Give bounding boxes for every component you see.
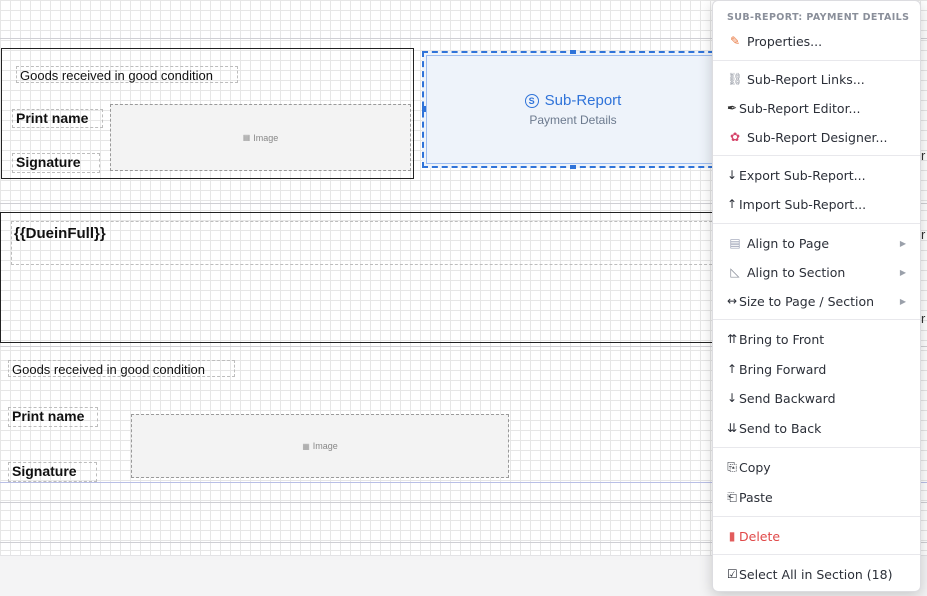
menu-item-label: Align to Section (747, 264, 846, 280)
print-name-label[interactable]: Print name (12, 109, 103, 128)
context-menu-header: SUB-REPORT: PAYMENT DETAILS (727, 12, 910, 23)
menu-item-bring-front[interactable]: ⇈ Bring to Front (727, 327, 910, 351)
palette-icon: ✿ (729, 130, 741, 144)
menu-item-delete[interactable]: ▮ Delete (727, 524, 910, 548)
menu-item-label: Align to Page (747, 235, 830, 251)
due-in-full-field[interactable]: {{DueinFull}} (11, 221, 727, 265)
triangle-ruler-icon: ◺ (730, 265, 740, 279)
subreport-subtitle: Payment Details (529, 113, 617, 127)
link-icon: ⛓ (727, 72, 743, 86)
menu-item-export[interactable]: ↓ Export Sub-Report... (727, 163, 910, 187)
menu-item-size-to[interactable]: ↔ Size to Page / Section ▶ (727, 289, 910, 313)
arrow-down-icon: ↓ (727, 168, 738, 182)
menu-item-label: Copy (739, 459, 771, 475)
menu-separator (713, 447, 920, 448)
menu-item-label: Export Sub-Report... (739, 167, 866, 183)
menu-item-label: Select All in Section (18) (739, 566, 893, 582)
checkbox-icon: ☑ (727, 567, 738, 581)
image-placeholder-label: Image (253, 132, 279, 143)
menu-item-label: Import Sub-Report... (739, 196, 867, 212)
menu-item-align-section[interactable]: ◺ Align to Section ▶ (727, 260, 910, 284)
menu-item-label: Sub-Report Editor... (739, 100, 861, 116)
resize-handle-bottom[interactable] (570, 165, 576, 169)
menu-item-paste[interactable]: ⎗ Paste (727, 485, 910, 509)
menu-item-label: Send Backward (739, 390, 836, 406)
page-icon: ▤ (729, 236, 741, 250)
resize-icon: ↔ (727, 294, 738, 308)
image-placeholder-2[interactable]: ▦ Image (131, 414, 509, 478)
menu-item-label: Delete (739, 528, 781, 544)
menu-item-subreport-editor[interactable]: ✒ Sub-Report Editor... (727, 96, 910, 120)
pencil-icon: ✎ (729, 34, 741, 48)
up-icon: ↑ (727, 362, 738, 376)
image-icon: ▦ (242, 133, 251, 142)
menu-item-copy[interactable]: ⎘ Copy (727, 455, 910, 479)
menu-item-import[interactable]: ↑ Import Sub-Report... (727, 192, 910, 216)
double-up-icon: ⇈ (727, 332, 738, 346)
trash-icon: ▮ (728, 529, 736, 543)
signature-label-2[interactable]: Signature (8, 462, 97, 482)
menu-item-label: Send to Back (739, 420, 822, 436)
resize-handle-top[interactable] (570, 50, 576, 54)
submenu-arrow-icon: ▶ (899, 267, 906, 277)
clipped-text: r (921, 311, 926, 326)
clipped-text: r (921, 148, 926, 163)
double-down-icon: ⇊ (727, 421, 738, 435)
menu-separator (713, 319, 920, 320)
menu-item-align-page[interactable]: ▤ Align to Page ▶ (727, 231, 910, 255)
menu-separator (713, 60, 920, 61)
down-icon: ↓ (727, 391, 738, 405)
received-text-field-2[interactable]: Goods received in good condition (8, 360, 235, 377)
submenu-arrow-icon: ▶ (899, 238, 906, 248)
subreport-icon: S (524, 93, 539, 108)
menu-item-send-backward[interactable]: ↓ Send Backward (727, 386, 910, 410)
arrow-up-icon: ↑ (727, 197, 738, 211)
menu-item-label: Sub-Report Designer... (747, 129, 888, 145)
print-name-label-2[interactable]: Print name (8, 407, 98, 427)
menu-item-bring-forward[interactable]: ↑ Bring Forward (727, 357, 910, 381)
menu-item-label: Bring to Front (739, 331, 825, 347)
signature-label[interactable]: Signature (12, 153, 100, 173)
menu-separator (713, 155, 920, 156)
menu-item-subreport-designer[interactable]: ✿ Sub-Report Designer... (727, 125, 910, 149)
submenu-arrow-icon: ▶ (899, 296, 906, 306)
menu-item-label: Sub-Report Links... (747, 71, 865, 87)
menu-separator (713, 554, 920, 555)
pen-icon: ✒ (727, 101, 738, 115)
paste-icon: ⎗ (727, 489, 737, 504)
menu-item-label: Paste (739, 489, 773, 505)
subreport-element[interactable]: S Sub-Report Payment Details (422, 51, 724, 168)
subreport-title: Sub-Report (544, 92, 622, 109)
menu-item-label: Size to Page / Section (739, 293, 875, 309)
menu-item-subreport-links[interactable]: ⛓ Sub-Report Links... (727, 67, 910, 91)
received-text-field[interactable]: Goods received in good condition (16, 66, 238, 83)
menu-item-select-all[interactable]: ☑ Select All in Section (18) (727, 562, 910, 586)
menu-separator (713, 223, 920, 224)
menu-item-label: Bring Forward (739, 361, 827, 377)
clipped-text: r (921, 227, 926, 242)
image-placeholder[interactable]: ▦ Image (110, 104, 411, 171)
menu-separator (713, 516, 920, 517)
image-icon: ▦ (302, 441, 310, 451)
copy-icon: ⎘ (727, 459, 737, 474)
menu-item-send-back[interactable]: ⇊ Send to Back (727, 416, 910, 440)
menu-item-properties[interactable]: ✎ Properties... (727, 29, 910, 53)
image-placeholder-label-2: Image (312, 441, 338, 451)
context-menu: SUB-REPORT: PAYMENT DETAILS ✎ Properties… (712, 0, 921, 592)
menu-item-label: Properties... (747, 33, 823, 49)
resize-handle-left[interactable] (422, 106, 426, 112)
